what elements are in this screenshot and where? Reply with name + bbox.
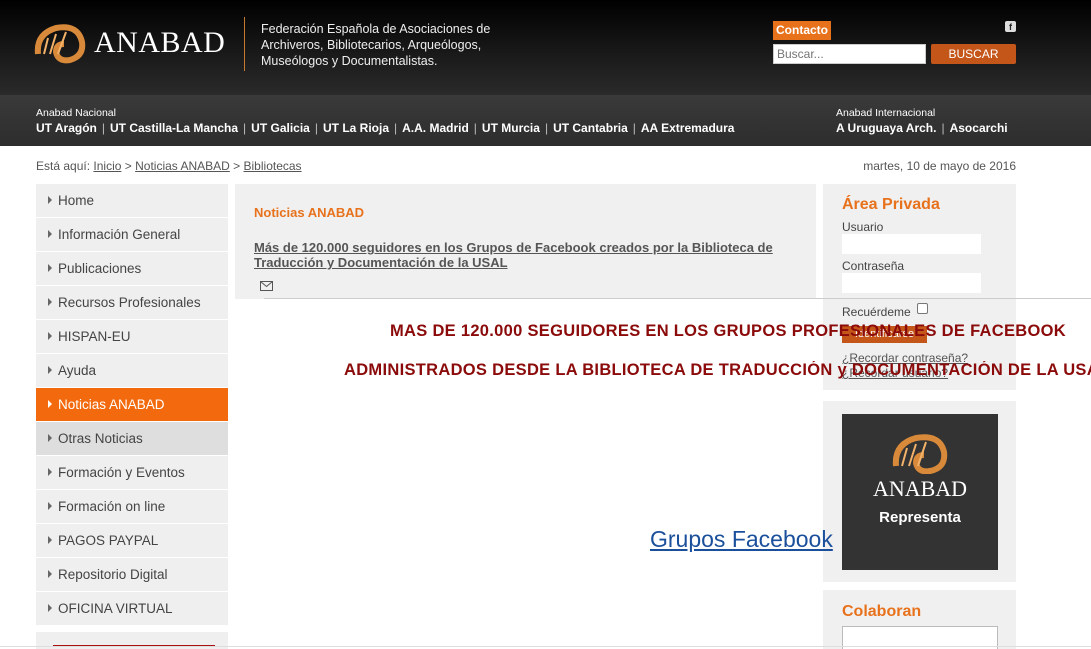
nav-link-ut-galicia[interactable]: UT Galicia [251, 121, 310, 135]
represent-subtitle: Representa [879, 509, 961, 526]
sidebar-item-home[interactable]: Home [36, 184, 228, 218]
national-nav: Anabad Nacional UT Aragón | UT Castilla-L… [36, 107, 735, 135]
sidebar-item-oficina-virtual[interactable]: OFICINA VIRTUAL [36, 592, 228, 626]
collaborators-box: Colaboran [823, 590, 1016, 649]
sidebar-item-label: Recursos Profesionales [58, 295, 201, 310]
password-field[interactable] [842, 273, 981, 293]
sidebar-item-repositorio-digital[interactable]: Repositorio Digital [36, 558, 228, 592]
current-date: martes, 10 de mayo de 2016 [863, 159, 1016, 173]
sidebar-item-pagos-paypal[interactable]: PAGOS PAYPAL [36, 524, 228, 558]
represent-banner[interactable]: ANABAD Representa [842, 414, 998, 570]
nav-link-ut-murcia[interactable]: UT Murcia [482, 121, 540, 135]
header-divider [244, 17, 245, 71]
represent-box: ANABAD Representa [823, 401, 1016, 582]
caret-right-icon [48, 604, 52, 612]
sidebar-item-publicaciones[interactable]: Publicaciones [36, 252, 228, 286]
username-field[interactable] [842, 234, 981, 254]
breadcrumb-separator: > [124, 159, 132, 173]
sidebar-item-label: Noticias ANABAD [58, 397, 165, 412]
breadcrumb-prefix: Está aquí: [36, 159, 91, 173]
page-bottom-divider [0, 646, 1091, 647]
sidebar-item-label: Otras Noticias [58, 431, 143, 446]
nav-link-aa-madrid[interactable]: A.A. Madrid [402, 121, 469, 135]
remember-checkbox[interactable] [917, 303, 928, 314]
sidebar-item-formacion-online[interactable]: Formación on line [36, 490, 228, 524]
username-label: Usuario [842, 220, 884, 234]
represent-name: ANABAD [872, 476, 968, 501]
nav-link-ut-cantabria[interactable]: UT Cantabria [553, 121, 628, 135]
organization-name: Federación Española de Asociaciones de A… [261, 22, 491, 68]
nav-link-ut-castilla-la-mancha[interactable]: UT Castilla-La Mancha [110, 121, 238, 135]
nav-band: Anabad Nacional UT Aragón | UT Castilla-L… [0, 95, 1091, 146]
private-area-title: Área Privada [842, 196, 940, 213]
breadcrumb: Está aquí: Inicio > Noticias ANABAD > Bi… [36, 159, 302, 173]
sidebar-item-label: Información General [58, 227, 181, 242]
caret-right-icon [48, 230, 52, 238]
site-header: ANABAD Federación Española de Asociacion… [0, 0, 1091, 95]
sidebar-item-noticias-anabad[interactable]: Noticias ANABAD [36, 388, 228, 422]
sidebar-item-otras-noticias[interactable]: Otras Noticias [36, 422, 228, 456]
sidebar-item-label: Repositorio Digital [58, 567, 168, 582]
nautilus-logo-icon [34, 24, 86, 64]
breadcrumb-separator: > [233, 159, 241, 173]
nav-link-a-uruguaya-arch[interactable]: A Uruguaya Arch. [836, 121, 936, 135]
sidebar-item-label: Formación y Eventos [58, 465, 185, 480]
sidebar-item-label: OFICINA VIRTUAL [58, 601, 173, 616]
breadcrumb-bibliotecas[interactable]: Bibliotecas [244, 159, 302, 173]
contact-button[interactable]: Contacto [773, 21, 831, 40]
page-title: Noticias ANABAD [254, 205, 365, 220]
sidebar-menu: Home Información General Publicaciones R… [36, 184, 228, 626]
collaborators-title: Colaboran [842, 603, 922, 620]
password-label: Contraseña [842, 259, 905, 273]
caret-right-icon [48, 298, 52, 306]
logo-text: ANABAD [94, 26, 226, 59]
international-nav-title: Anabad Internacional [836, 107, 936, 119]
nav-link-ut-aragon[interactable]: UT Aragón [36, 121, 97, 135]
search-input[interactable] [773, 44, 926, 64]
caret-right-icon [48, 400, 52, 408]
nautilus-logo-icon [892, 434, 948, 474]
sidebar-item-formacion-eventos[interactable]: Formación y Eventos [36, 456, 228, 490]
sidebar-item-label: Home [58, 193, 95, 208]
sidebar-item-label: PAGOS PAYPAL [58, 533, 159, 548]
nav-link-asocarchi[interactable]: Asocarchi [950, 121, 1008, 135]
breadcrumb-inicio[interactable]: Inicio [93, 159, 121, 173]
caret-right-icon [48, 570, 52, 578]
sidebar-item-recursos-profesionales[interactable]: Recursos Profesionales [36, 286, 228, 320]
breadcrumb-noticias-anabad[interactable]: Noticias ANABAD [135, 159, 230, 173]
facebook-groups-link[interactable]: Grupos Facebook [650, 526, 833, 553]
caret-right-icon [48, 502, 52, 510]
caret-right-icon [48, 264, 52, 272]
international-nav: Anabad Internacional A Uruguaya Arch. | A… [836, 107, 1008, 135]
headline-line-2: ADMINISTRADOS DESDE LA BIBLIOTECA DE TRA… [344, 361, 1091, 379]
search-button[interactable]: BUSCAR [931, 44, 1016, 64]
content-divider [264, 298, 1091, 299]
caret-right-icon [48, 196, 52, 204]
caret-right-icon [48, 468, 52, 476]
headline-line-1: MAS DE 120.000 SEGUIDORES EN LOS GRUPOS … [390, 322, 1066, 340]
article-link[interactable]: Más de 120.000 seguidores en los Grupos … [254, 240, 794, 270]
facebook-icon[interactable]: f [1005, 21, 1016, 32]
sidebar-item-informacion-general[interactable]: Información General [36, 218, 228, 252]
email-icon[interactable] [260, 281, 273, 291]
remember-label: Recuérdeme [842, 305, 911, 319]
sidebar-item-label: Publicaciones [58, 261, 142, 276]
nav-link-aa-extremadura[interactable]: AA Extremadura [641, 121, 735, 135]
article-body [235, 299, 816, 649]
sidebar-item-label: Formación on line [58, 499, 166, 514]
nav-link-ut-la-rioja[interactable]: UT La Rioja [323, 121, 389, 135]
caret-right-icon [48, 536, 52, 544]
caret-right-icon [48, 434, 52, 442]
national-nav-title: Anabad Nacional [36, 107, 116, 119]
site-logo[interactable]: ANABAD [34, 22, 234, 68]
